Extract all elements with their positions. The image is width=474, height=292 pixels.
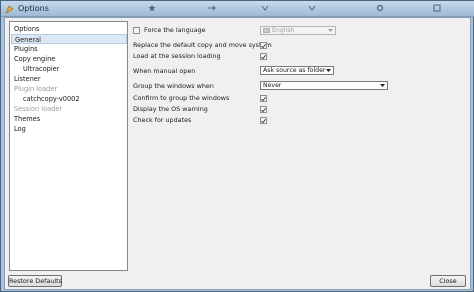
- group-windows-label: Group the windows when: [133, 82, 214, 90]
- tree-item-copy-engine[interactable]: Copy engine: [11, 54, 127, 64]
- star-icon: [146, 3, 158, 13]
- manual-open-select[interactable]: Ask source as folder: [260, 66, 334, 75]
- force-language-label: Force the language: [144, 26, 206, 34]
- chevron-down-icon: [327, 27, 334, 34]
- down-icon-2: [306, 3, 318, 13]
- os-warning-label: Display the OS warning: [133, 105, 208, 113]
- language-select[interactable]: English: [260, 26, 336, 35]
- tree-item-catchcopy[interactable]: catchcopy-v0002: [11, 94, 127, 104]
- window-title: Options: [18, 4, 49, 13]
- replace-copy-move-label: Replace the default copy and move system: [133, 41, 272, 49]
- flag-icon: [263, 28, 270, 33]
- maximize-icon[interactable]: [431, 3, 443, 13]
- group-windows-value: Never: [263, 82, 282, 89]
- tree-item-options[interactable]: Options: [11, 24, 127, 34]
- chevron-down-icon: [325, 67, 332, 74]
- tree-item-session-loader[interactable]: Session loader: [11, 104, 127, 114]
- force-language-checkbox[interactable]: [133, 27, 140, 34]
- manual-open-label: When manual open: [133, 67, 196, 75]
- app-icon: [4, 4, 14, 14]
- check-updates-label: Check for updates: [133, 116, 192, 124]
- options-window: Options Options General Plugins Copy eng…: [0, 0, 474, 292]
- language-value: English: [272, 27, 295, 34]
- options-tree[interactable]: Options General Plugins Copy engine Ultr…: [9, 21, 128, 271]
- os-warning-checkbox[interactable]: [260, 106, 267, 113]
- chevron-down-icon: [379, 82, 386, 89]
- load-at-session-checkbox[interactable]: [260, 53, 267, 60]
- tree-item-ultracopier[interactable]: Ultracopier: [11, 64, 127, 74]
- tree-item-general[interactable]: General: [11, 34, 127, 44]
- gear-icon: [374, 3, 386, 13]
- title-bar[interactable]: Options: [1, 1, 474, 17]
- tree-item-themes[interactable]: Themes: [11, 114, 127, 124]
- close-button[interactable]: Close: [430, 275, 466, 287]
- tree-item-listener[interactable]: Listener: [11, 74, 127, 84]
- load-at-session-label: Load at the session loading: [133, 52, 221, 60]
- group-windows-select[interactable]: Never: [260, 81, 388, 90]
- tree-item-plugins[interactable]: Plugins: [11, 44, 127, 54]
- arrow-icon: [206, 3, 218, 13]
- confirm-group-checkbox[interactable]: [260, 95, 267, 102]
- client-area: Options General Plugins Copy engine Ultr…: [4, 17, 471, 290]
- tree-item-log[interactable]: Log: [11, 124, 127, 134]
- confirm-group-label: Confirm to group the windows: [133, 94, 230, 102]
- check-updates-checkbox[interactable]: [260, 117, 267, 124]
- tree-item-plugin-loader[interactable]: Plugin loader: [11, 84, 127, 94]
- manual-open-value: Ask source as folder: [263, 67, 326, 74]
- replace-copy-move-checkbox[interactable]: [260, 42, 267, 49]
- down-icon: [259, 3, 271, 13]
- restore-defaults-button[interactable]: Restore Defaults: [8, 275, 62, 287]
